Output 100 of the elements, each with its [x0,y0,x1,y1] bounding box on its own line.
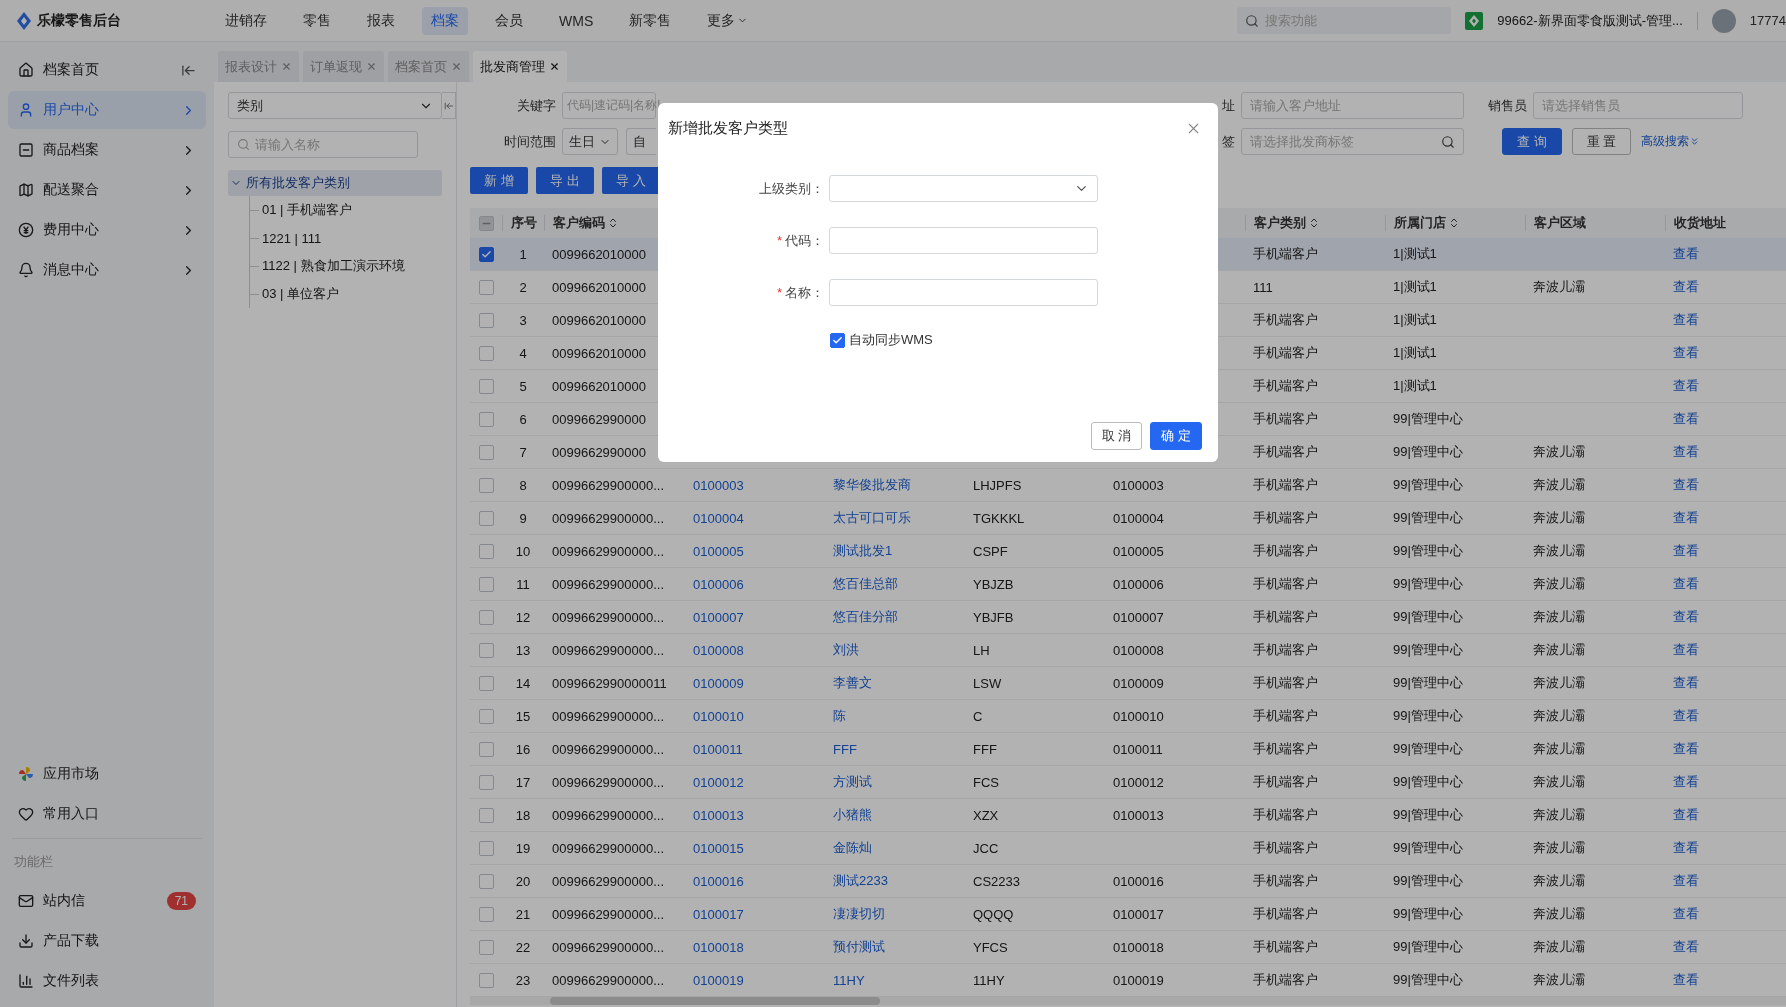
table-link[interactable]: 查看 [1665,872,1786,890]
close-tab-icon[interactable] [549,61,560,72]
scrollbar-thumb[interactable] [550,997,880,1005]
table-link[interactable]: 0100015 [685,840,825,856]
table-link[interactable]: 李善文 [825,674,965,692]
row-checkbox[interactable] [478,510,494,526]
table-link[interactable]: 凄凄切切 [825,905,965,923]
table-link[interactable]: 查看 [1665,608,1786,626]
table-link[interactable]: 查看 [1665,971,1786,989]
table-link[interactable]: 11HY [825,972,965,988]
table-link[interactable]: 查看 [1665,377,1786,395]
tree-item[interactable]: 1221 | 111 [262,230,322,246]
row-checkbox[interactable] [478,807,494,823]
action-button[interactable]: 导 出 [536,167,594,194]
table-link[interactable]: 查看 [1665,707,1786,725]
table-link[interactable]: 刘洪 [825,641,965,659]
sidebar-item[interactable]: 应用市场 [8,755,206,793]
row-checkbox[interactable] [478,543,494,559]
parent-category-select[interactable] [829,175,1098,202]
row-checkbox[interactable] [478,411,494,427]
row-checkbox[interactable] [478,312,494,328]
cancel-button[interactable]: 取 消 [1090,422,1143,450]
row-checkbox[interactable] [478,873,494,889]
row-checkbox[interactable] [478,477,494,493]
table-link[interactable]: FFF [825,741,965,757]
table-link[interactable]: 黎华俊批发商 [825,476,965,494]
row-checkbox[interactable] [478,642,494,658]
sidebar-item[interactable]: 费用中心 [8,211,206,249]
table-link[interactable]: 查看 [1665,905,1786,923]
confirm-button[interactable]: 确 定 [1150,422,1202,450]
sidebar-item[interactable]: 站内信 71 [8,882,206,920]
tree-item[interactable]: 1122 | 熟食加工演示环境 [262,257,405,275]
table-link[interactable]: 方测试 [825,773,965,791]
table-link[interactable]: 0100018 [685,939,825,955]
table-link[interactable]: 查看 [1665,806,1786,824]
action-button[interactable]: 新 增 [470,167,528,194]
table-link[interactable]: 查看 [1665,839,1786,857]
table-link[interactable]: 0100007 [685,609,825,625]
tree-item[interactable]: 01 | 手机端客户 [262,201,353,219]
table-link[interactable]: 0100003 [685,477,825,493]
row-checkbox[interactable] [478,675,494,691]
table-link[interactable]: 查看 [1665,476,1786,494]
table-link[interactable]: 查看 [1665,278,1786,296]
table-link[interactable]: 0100006 [685,576,825,592]
row-checkbox[interactable] [478,708,494,724]
row-checkbox[interactable] [478,444,494,460]
sidebar-item[interactable]: 文件列表 [8,962,206,1000]
table-link[interactable]: 0100012 [685,774,825,790]
query-button[interactable]: 查 询 [1502,128,1562,155]
nav-item[interactable]: 报表 [358,6,404,35]
table-link[interactable]: 查看 [1665,245,1786,263]
date-range-field[interactable]: 自 [626,128,656,155]
sidebar-item[interactable]: 商品档案 [8,131,206,169]
sidebar-item[interactable]: 档案首页 [8,51,206,89]
table-link[interactable]: 查看 [1665,410,1786,428]
sort-icon[interactable] [1448,217,1460,229]
collapse-panel-button[interactable] [442,92,456,119]
table-link[interactable]: 查看 [1665,641,1786,659]
table-link[interactable]: 0100019 [685,972,825,988]
row-checkbox[interactable] [478,378,494,394]
tab[interactable]: 批发商管理 [473,51,567,82]
row-checkbox[interactable] [478,972,494,988]
table-link[interactable]: 查看 [1665,311,1786,329]
sidebar-item[interactable]: 产品下载 [8,922,206,960]
table-link[interactable]: 查看 [1665,509,1786,527]
table-link[interactable]: 查看 [1665,344,1786,362]
table-link[interactable]: 0100011 [685,741,825,757]
category-select[interactable]: 类别 [228,92,443,119]
sidebar-item[interactable]: 消息中心 [8,251,206,289]
table-link[interactable]: 查看 [1665,740,1786,758]
table-link[interactable]: 0100005 [685,543,825,559]
nav-item[interactable]: 进销存 [216,6,276,35]
table-link[interactable]: 预付测试 [825,938,965,956]
nav-item[interactable]: 档案 [422,6,468,35]
tab[interactable]: 档案首页 [388,51,469,82]
store-name[interactable]: 99662-新界面零食版测试-管理... [1497,11,1683,30]
table-link[interactable]: 查看 [1665,575,1786,593]
table-link[interactable]: 小猪熊 [825,806,965,824]
text-field[interactable] [829,279,1098,306]
row-checkbox[interactable] [478,246,494,262]
nav-item[interactable]: WMS [550,7,603,34]
advanced-search-link[interactable]: 高级搜索 [1641,133,1701,150]
table-link[interactable]: 查看 [1665,674,1786,692]
reset-button[interactable]: 重 置 [1571,128,1632,155]
table-link[interactable]: 0100016 [685,873,825,889]
sidebar-item[interactable]: 用户中心 [8,91,206,129]
sort-icon[interactable] [1308,217,1320,229]
table-link[interactable]: 测试2233 [825,872,965,890]
row-checkbox[interactable] [478,345,494,361]
table-link[interactable]: 0100017 [685,906,825,922]
table-link[interactable]: 悠百佳总部 [825,575,965,593]
table-link[interactable]: 0100008 [685,642,825,658]
nav-item[interactable]: 新零售 [620,6,681,35]
sidebar-item[interactable]: 配送聚合 [8,171,206,209]
tree-item[interactable]: 所有批发客户类别 [228,170,442,196]
table-link[interactable]: 查看 [1665,773,1786,791]
table-link[interactable]: 金陈灿 [825,839,965,857]
row-checkbox[interactable] [478,741,494,757]
row-checkbox[interactable] [478,939,494,955]
nav-item[interactable]: 会员 [486,6,532,35]
